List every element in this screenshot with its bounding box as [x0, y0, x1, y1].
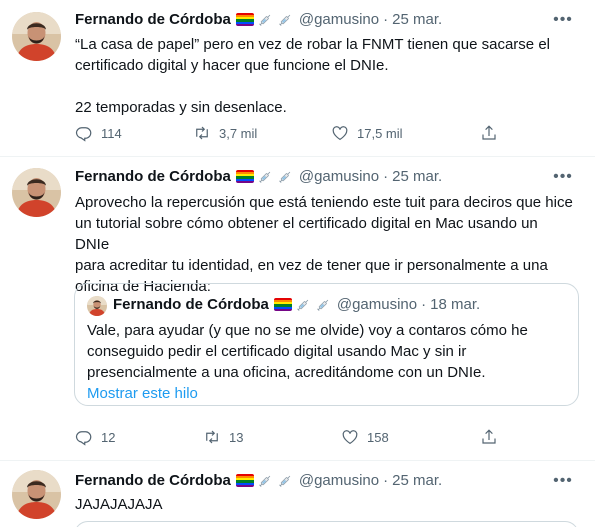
like-button[interactable]: 158: [341, 428, 389, 446]
text-line: 22 temporadas y sin desenlace.: [75, 99, 287, 116]
separator: ·: [383, 11, 389, 28]
heart-icon: [331, 124, 349, 142]
author-name[interactable]: Fernando de Córdoba: [75, 11, 231, 28]
syringe-icon: [257, 11, 274, 28]
tweet-text: JAJAJAJAJA: [75, 494, 575, 515]
syringe-icon: [257, 472, 274, 489]
syringe-icon: [257, 168, 274, 185]
quoted-tweet-peek[interactable]: [74, 521, 579, 527]
like-count: 158: [367, 429, 389, 445]
separator: ·: [383, 472, 389, 489]
reply-count: 114: [101, 125, 122, 141]
reply-button[interactable]: 12: [75, 428, 115, 446]
tweet-date: 18 mar.: [430, 296, 481, 313]
tweet-header: Fernando de Córdoba @gamusino · 25 mar.: [75, 472, 442, 489]
retweet-button[interactable]: 3,7 mil: [193, 124, 257, 142]
retweet-count: 3,7 mil: [219, 125, 258, 141]
syringe-icon: [295, 296, 312, 313]
text-line: “La casa de papel” pero en vez de robar …: [75, 36, 550, 53]
show-thread-link[interactable]: Mostrar este hilo: [87, 385, 198, 402]
reply-icon: [75, 428, 93, 446]
author-handle[interactable]: @gamusino: [299, 11, 379, 28]
text-line: Aprovecho la repercusión que está tenien…: [75, 194, 573, 211]
quoted-tweet[interactable]: Fernando de Córdoba @gamusino · 18 mar. …: [74, 283, 579, 406]
author-handle[interactable]: @gamusino: [299, 472, 379, 489]
rainbow-flag-icon: [235, 474, 254, 487]
share-icon: [480, 428, 498, 446]
name-emojis: [273, 296, 332, 313]
tweet-header: Fernando de Córdoba @gamusino · 25 mar.: [75, 11, 442, 28]
rainbow-flag-icon: [273, 298, 292, 311]
rainbow-flag-icon: [235, 170, 254, 183]
name-emojis: [235, 168, 294, 185]
retweet-button[interactable]: 13: [203, 428, 243, 446]
tweet-header: Fernando de Córdoba @gamusino · 25 mar.: [75, 168, 442, 185]
divider: [0, 156, 595, 157]
name-emojis: [235, 472, 294, 489]
retweet-icon: [203, 428, 221, 446]
quoted-tweet-text: Vale, para ayudar (y que no se me olvide…: [87, 320, 567, 383]
rainbow-flag-icon: [235, 13, 254, 26]
divider: [0, 460, 595, 461]
author-handle: @gamusino: [336, 296, 418, 313]
author-name: Fernando de Córdoba: [113, 296, 269, 313]
text-line: [75, 76, 575, 97]
tweet-actions: 114 3,7 mil 17,5 mil: [75, 124, 505, 146]
reply-count: 12: [101, 429, 116, 445]
syringe-icon: [277, 11, 294, 28]
separator: ·: [421, 296, 427, 313]
avatar[interactable]: [12, 470, 61, 519]
tweet-date[interactable]: 25 mar.: [392, 11, 442, 28]
like-button[interactable]: 17,5 mil: [331, 124, 403, 142]
text-line: Vale, para ayudar (y que no se me olvide…: [87, 322, 528, 339]
reply-button[interactable]: 114: [75, 124, 122, 142]
text-line: conseguido pedir el certificado digital …: [87, 343, 467, 360]
more-dots-icon[interactable]: •••: [553, 471, 573, 491]
tweet-date[interactable]: 25 mar.: [392, 168, 442, 185]
author-name[interactable]: Fernando de Córdoba: [75, 472, 231, 489]
avatar[interactable]: [12, 12, 61, 61]
text-line: un tutorial sobre cómo obtener el certif…: [75, 215, 538, 253]
tweet-actions: 12 13 158: [75, 428, 505, 450]
tweet-text: Aprovecho la repercusión que está tenien…: [75, 192, 575, 297]
share-button[interactable]: [480, 124, 498, 147]
text-line: certificado digital y hacer que funcione…: [75, 57, 389, 74]
text-line: JAJAJAJAJA: [75, 496, 163, 513]
name-emojis: [235, 11, 294, 28]
quoted-tweet-header: Fernando de Córdoba @gamusino · 18 mar.: [113, 296, 480, 313]
like-count: 17,5 mil: [357, 125, 403, 141]
text-line: presencialmente a una oficina, acreditán…: [87, 364, 486, 381]
separator: ·: [383, 168, 389, 185]
author-handle[interactable]: @gamusino: [299, 168, 379, 185]
syringe-icon: [277, 472, 294, 489]
avatar[interactable]: [87, 296, 107, 316]
heart-icon: [341, 428, 359, 446]
author-name[interactable]: Fernando de Córdoba: [75, 168, 231, 185]
text-line: para acreditar tu identidad, en vez de t…: [75, 257, 548, 274]
tweet-date[interactable]: 25 mar.: [392, 472, 442, 489]
syringe-icon: [315, 296, 332, 313]
share-button[interactable]: [480, 428, 498, 451]
avatar[interactable]: [12, 168, 61, 217]
more-dots-icon[interactable]: •••: [553, 167, 573, 187]
syringe-icon: [277, 168, 294, 185]
reply-icon: [75, 124, 93, 142]
retweet-count: 13: [229, 429, 244, 445]
share-icon: [480, 124, 498, 142]
retweet-icon: [193, 124, 211, 142]
more-dots-icon[interactable]: •••: [553, 10, 573, 30]
tweet-text: “La casa de papel” pero en vez de robar …: [75, 34, 575, 118]
